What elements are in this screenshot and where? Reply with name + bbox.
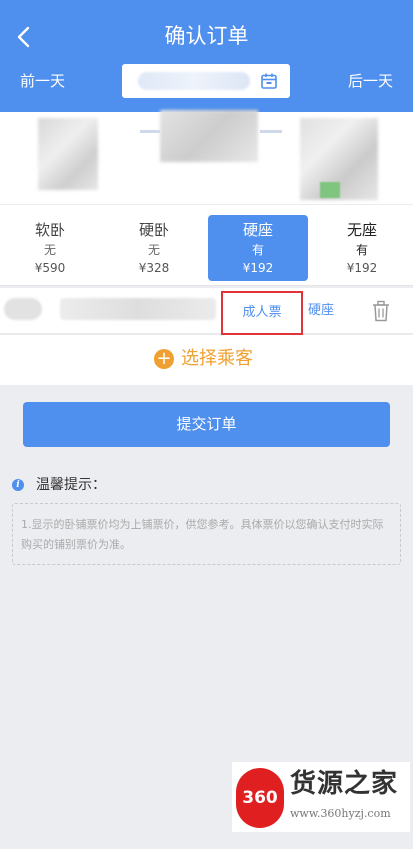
trash-icon[interactable] xyxy=(372,300,390,322)
seat-option-hard-sleeper[interactable]: 硬卧 无 ¥328 xyxy=(104,215,204,281)
passenger-row: 成人票 硬座 xyxy=(0,288,413,335)
back-button[interactable] xyxy=(8,20,38,54)
route-line-right xyxy=(260,130,282,133)
seat-name: 硬卧 xyxy=(138,221,169,239)
seat-availability: 无 xyxy=(147,243,160,257)
seat-option-no-seat[interactable]: 无座 有 ¥192 xyxy=(312,215,412,281)
tips-text: 1.显示的卧铺票价均为上铺票价，供您参考。具体票价以您确认支付时实际购买的铺别票… xyxy=(21,518,384,551)
watermark-logo: 360 xyxy=(236,768,284,828)
seat-name: 软卧 xyxy=(34,221,65,239)
chevron-left-icon xyxy=(17,26,30,48)
tips-box: 1.显示的卧铺票价均为上铺票价，供您参考。具体票价以您确认支付时实际购买的铺别票… xyxy=(12,503,401,565)
passenger-name-redacted xyxy=(4,298,42,320)
seat-name: 硬座 xyxy=(242,221,273,239)
train-number-redacted xyxy=(160,110,258,162)
seat-availability: 有 xyxy=(251,243,264,257)
passenger-id-redacted xyxy=(60,298,216,320)
plus-circle-icon: + xyxy=(154,349,174,369)
next-day-button[interactable]: 后一天 xyxy=(348,68,393,94)
seat-price: ¥192 xyxy=(242,261,274,275)
date-value-redacted xyxy=(138,72,250,90)
seat-option-soft-sleeper[interactable]: 软卧 无 ¥590 xyxy=(0,215,100,281)
seat-price: ¥590 xyxy=(34,261,66,275)
info-icon: i xyxy=(12,479,24,491)
date-picker[interactable] xyxy=(122,64,290,98)
ticket-type-button[interactable]: 成人票 xyxy=(221,291,303,335)
seat-price: ¥328 xyxy=(138,261,170,275)
seat-availability: 有 xyxy=(355,243,368,257)
submit-order-button[interactable]: 提交订单 xyxy=(23,402,390,447)
calendar-icon xyxy=(261,73,277,89)
seat-options: 软卧 无 ¥590 硬卧 无 ¥328 硬座 有 ¥192 无座 有 ¥192 xyxy=(0,204,413,286)
seat-name: 无座 xyxy=(346,221,377,239)
select-passenger-label: 选择乘客 xyxy=(181,348,253,369)
passenger-seat-type[interactable]: 硬座 xyxy=(308,300,334,322)
watermark-name: 货源之家 xyxy=(290,769,399,799)
seat-option-hard-seat[interactable]: 硬座 有 ¥192 xyxy=(208,215,308,281)
status-badge-redacted xyxy=(320,182,340,198)
select-passenger-button[interactable]: + 选择乘客 xyxy=(0,335,413,385)
route-line-left xyxy=(140,130,160,133)
seat-price: ¥192 xyxy=(346,261,378,275)
tips-title: 温馨提示： xyxy=(36,477,106,493)
watermark-url: www.360hyzj.com xyxy=(290,807,391,820)
seat-availability: 无 xyxy=(43,243,56,257)
departure-info-redacted xyxy=(38,118,98,190)
prev-day-button[interactable]: 前一天 xyxy=(20,68,65,94)
watermark: 360 货源之家 www.360hyzj.com xyxy=(232,762,410,832)
